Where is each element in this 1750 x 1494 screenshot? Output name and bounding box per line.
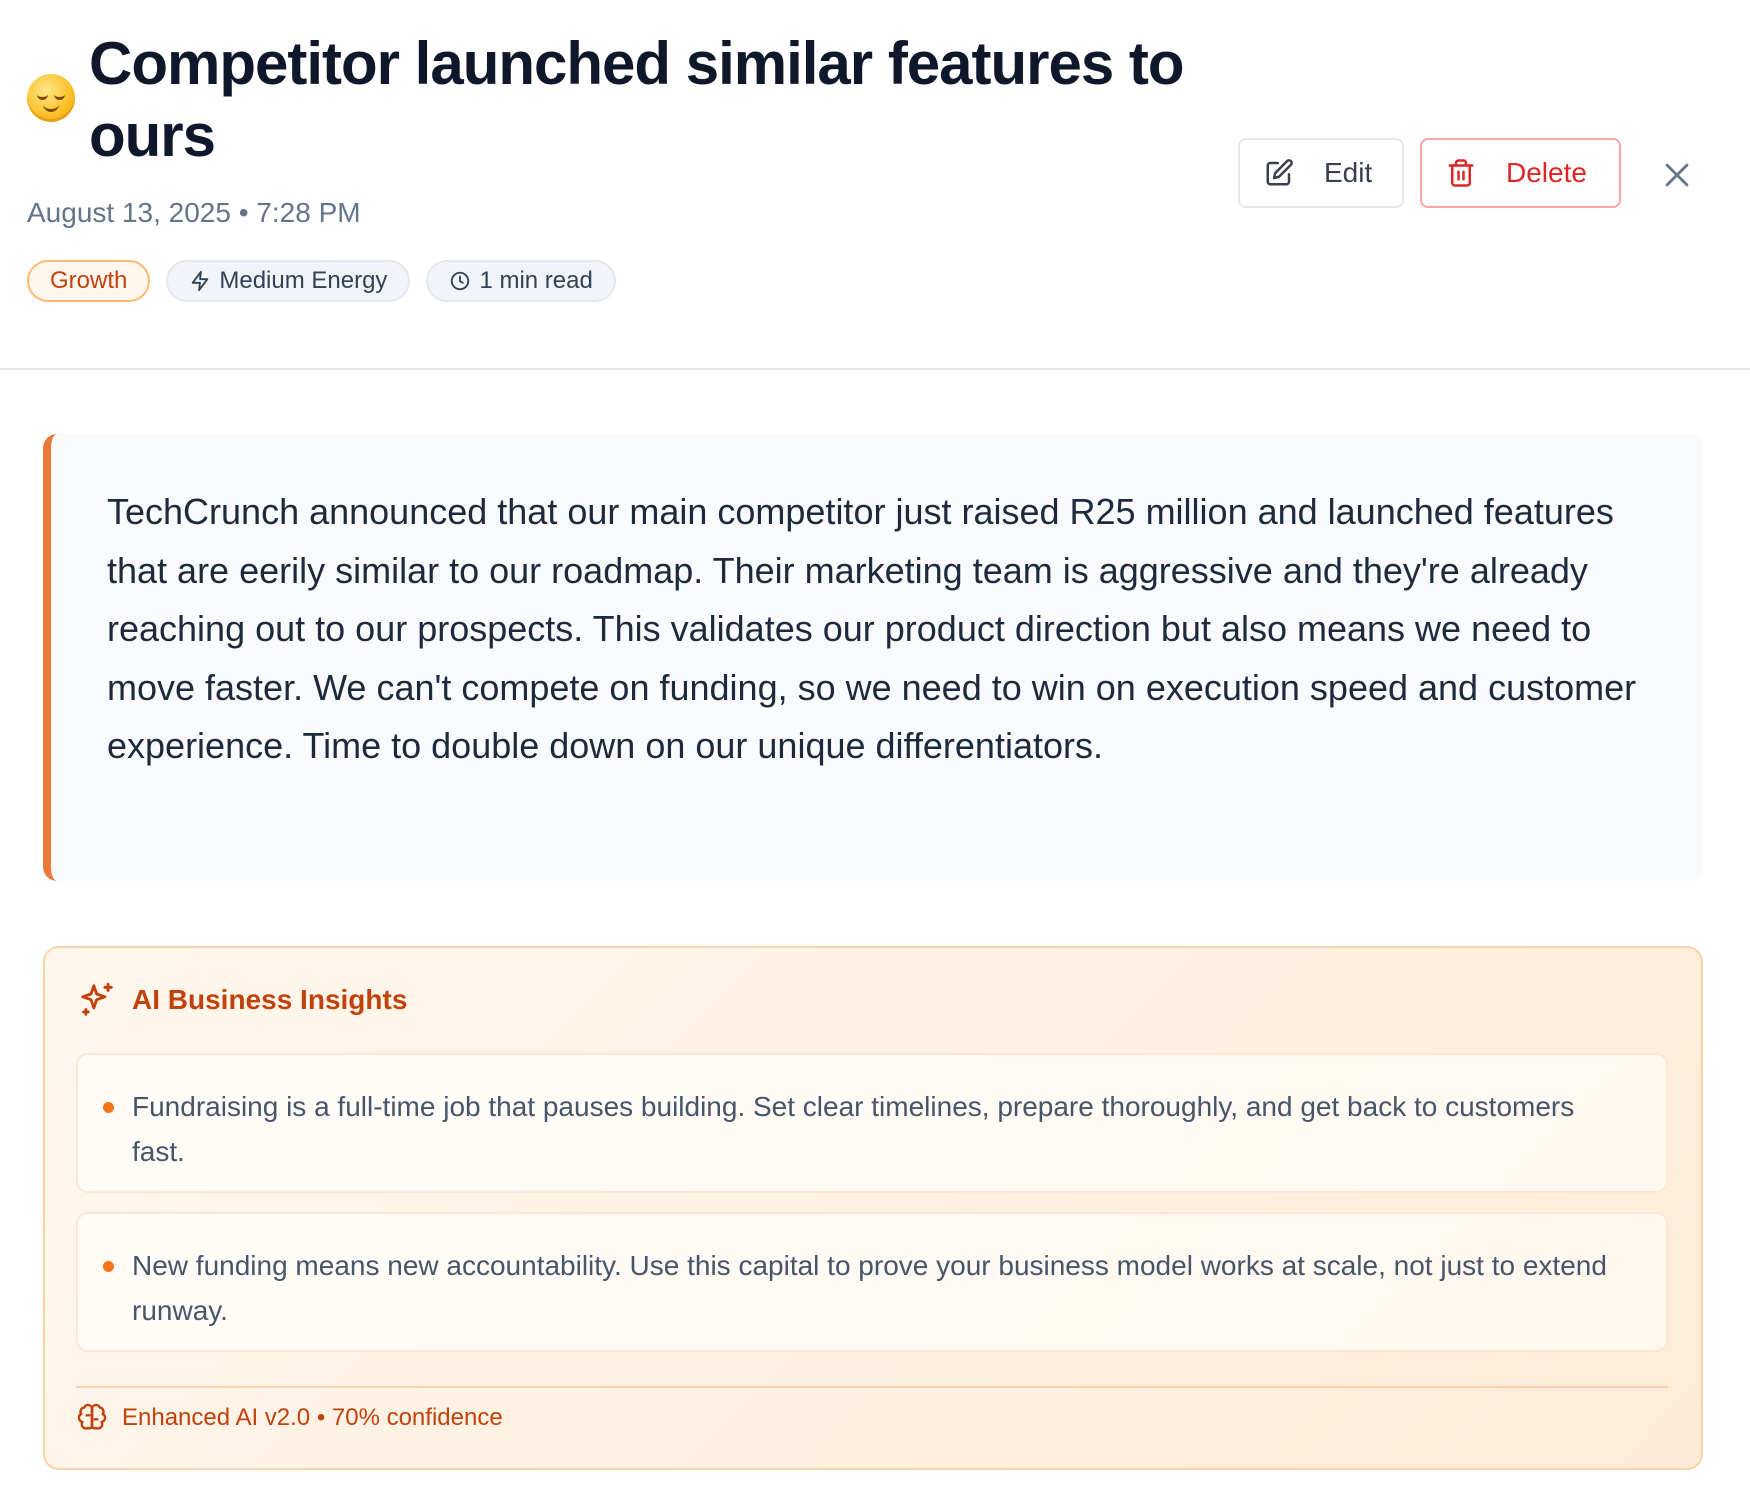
insight-item: New funding means new accountability. Us… (76, 1212, 1668, 1352)
edit-button[interactable]: Edit (1238, 138, 1404, 208)
lightning-icon (192, 270, 209, 292)
entry-actions: Edit Delete (1238, 138, 1621, 208)
relieved-face-emoji-icon (27, 74, 75, 122)
insights-divider (76, 1386, 1668, 1388)
edit-button-label: Edit (1324, 157, 1373, 188)
ai-insights-title: AI Business Insights (132, 984, 408, 1015)
read-time-tag: 1 min read (426, 260, 616, 302)
entry-title: Competitor launched similar features to … (89, 30, 1185, 169)
trash-icon (1448, 159, 1474, 187)
delete-button[interactable]: Delete (1420, 138, 1621, 208)
entry-content: TechCrunch announced that our main compe… (43, 434, 1703, 881)
close-icon[interactable] (1660, 158, 1694, 192)
category-tag-label: Growth (50, 267, 128, 294)
ai-insights-footer: Enhanced AI v2.0 • 70% confidence (76, 1402, 503, 1434)
ai-insights-header: AI Business Insights (78, 981, 407, 1019)
ai-insights-panel: AI Business Insights (43, 946, 1703, 1470)
brain-icon (77, 1403, 107, 1430)
entry-header: Competitor launched similar features to … (0, 0, 1750, 370)
insight-text: Fundraising is a full-time job that paus… (132, 1091, 1575, 1167)
category-tag: Growth (27, 260, 151, 302)
edit-icon (1266, 159, 1293, 186)
energy-tag: Medium Energy (166, 260, 411, 302)
insight-item: Fundraising is a full-time job that paus… (76, 1053, 1668, 1193)
delete-button-label: Delete (1506, 157, 1587, 188)
insight-text: New funding means new accountability. Us… (132, 1250, 1607, 1326)
read-time-tag-label: 1 min read (479, 267, 593, 294)
sparkles-icon (81, 982, 113, 1016)
bullet-dot (103, 1102, 114, 1113)
ai-insights-footer-text: Enhanced AI v2.0 • 70% confidence (122, 1404, 503, 1431)
entry-tags: Growth Medium Energy 1 min read (27, 260, 616, 302)
energy-tag-label: Medium Energy (219, 267, 388, 294)
entry-datetime: August 13, 2025 • 7:28 PM (27, 197, 361, 228)
clock-icon (451, 271, 470, 291)
bullet-dot (103, 1261, 114, 1272)
